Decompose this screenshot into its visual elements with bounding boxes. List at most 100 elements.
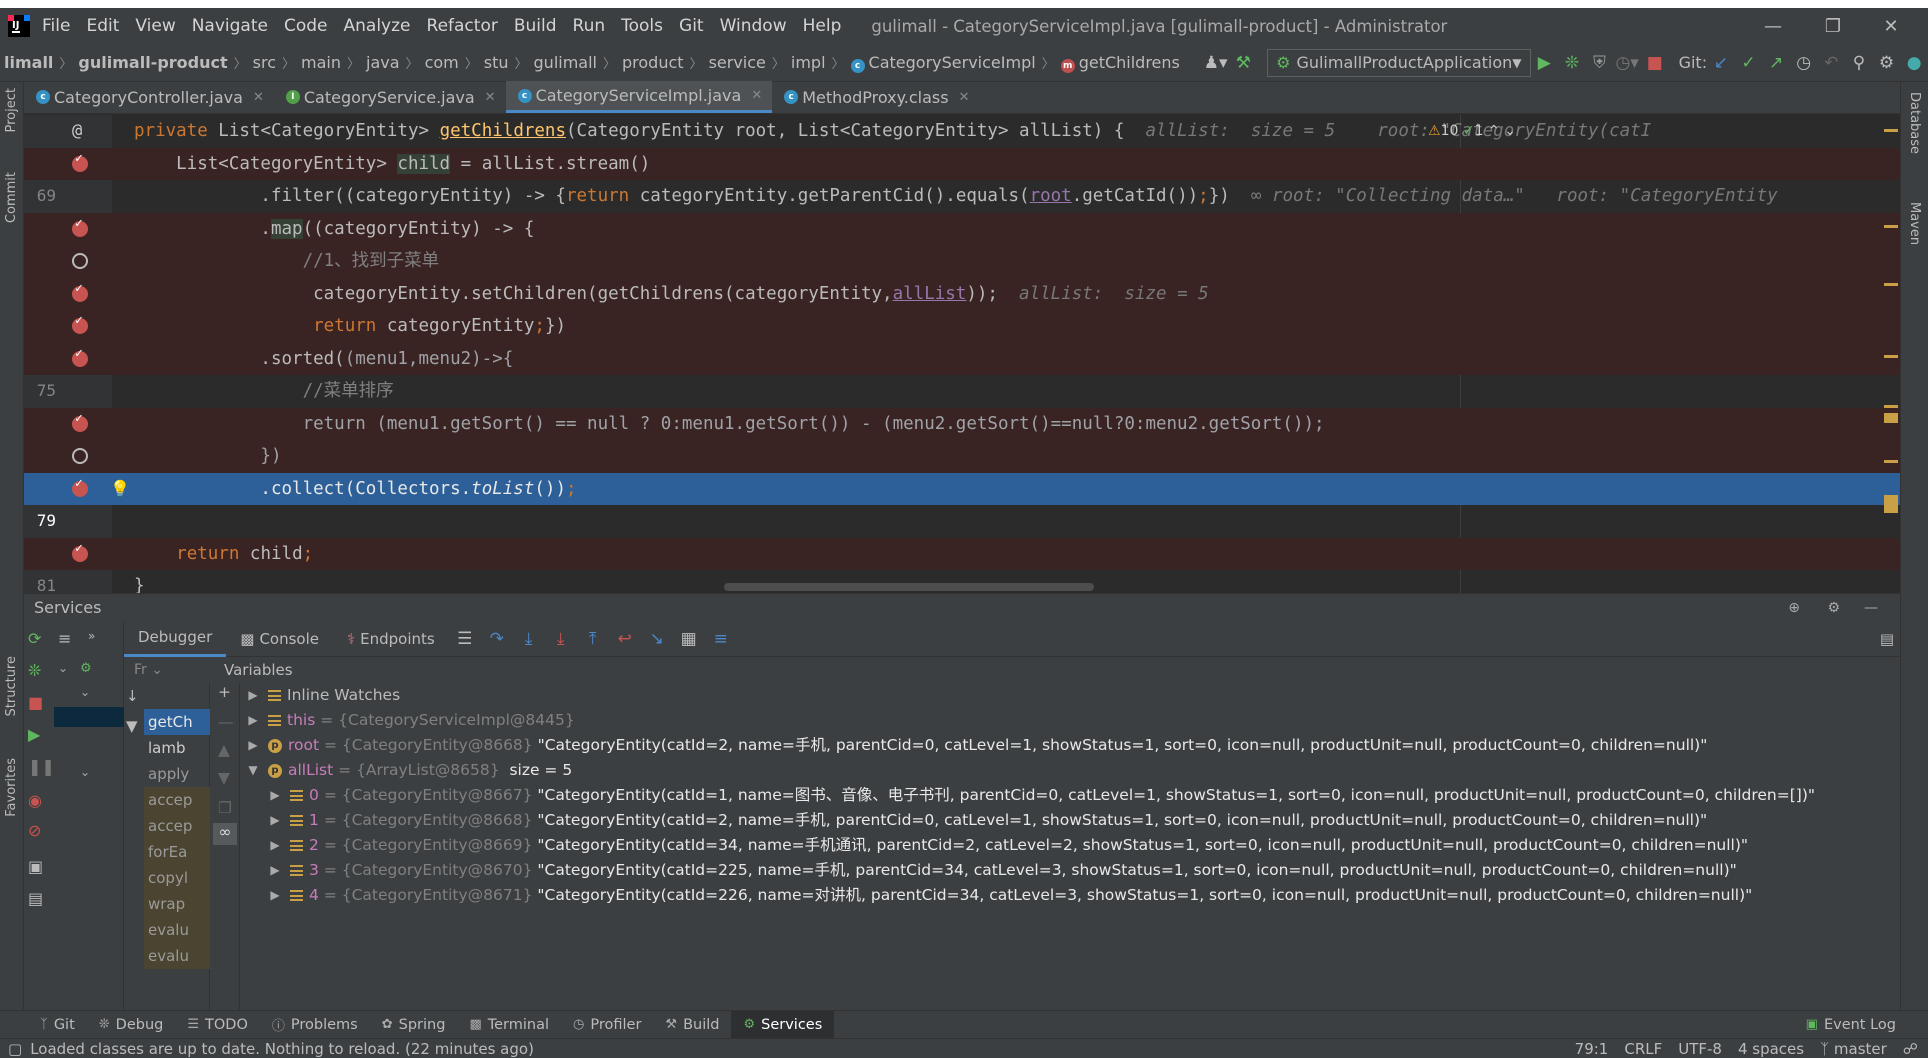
indent-setting[interactable]: 4 spaces (1738, 1040, 1804, 1058)
tab-category-service-impl[interactable]: c CategoryServiceImpl.java ✕ (505, 81, 773, 113)
step-over-icon[interactable]: ↷ (481, 624, 513, 654)
debug-service-icon[interactable]: ❊ (28, 661, 41, 680)
remove-watch-icon[interactable]: — (218, 713, 234, 731)
code-line[interactable]: 78 }) (24, 440, 1900, 498)
close-tab-icon[interactable]: ✕ (959, 90, 970, 105)
git-push-icon[interactable]: ↗ (1762, 48, 1790, 78)
move-up-icon[interactable]: ▲ (218, 741, 230, 759)
breakpoint-icon[interactable]: ✓ (72, 411, 88, 432)
structure-tool-tab[interactable]: Structure (4, 656, 19, 716)
view-breakpoints-icon[interactable]: ◉ (28, 791, 42, 810)
git-commit-icon[interactable]: ✓ (1735, 48, 1763, 78)
collapse-all-icon[interactable]: ≡ (58, 629, 71, 648)
crumb-class[interactable]: c CategoryServiceImpl (847, 53, 1040, 73)
menu-tools[interactable]: Tools (613, 16, 671, 36)
crumb-product[interactable]: product (618, 53, 688, 72)
tab-todo[interactable]: ☰ TODO (175, 1011, 260, 1039)
copy-icon[interactable]: ❐ (218, 799, 232, 817)
drop-frame-icon[interactable]: ↩ (609, 624, 641, 654)
code-line[interactable]: 71 ✓ .map((categoryEntity) -> { (24, 212, 1900, 270)
crumb-impl[interactable]: impl (787, 53, 830, 72)
variable-row[interactable]: ▶ this = {CategoryServiceImpl@8445} (246, 708, 1896, 733)
breakpoint-icon[interactable]: ✓ (72, 281, 88, 302)
code-line[interactable]: 77 ✓ return (menu1.getSort() == null ? 0… (24, 407, 1900, 465)
tab-console[interactable]: ▩ Console (226, 621, 333, 657)
service-node-icon[interactable]: ⚙ (80, 661, 92, 676)
step-into-icon[interactable]: ⤓ (513, 624, 545, 654)
code-line[interactable]: 80 (24, 505, 1900, 563)
run-icon[interactable]: ▶ (1531, 48, 1559, 78)
rerun-icon[interactable]: ⟳ (28, 629, 41, 648)
frames-selector[interactable]: Fr ⌄ (124, 657, 210, 683)
menu-help[interactable]: Help (795, 16, 850, 36)
tree-chevron-icon[interactable]: ⌄ (58, 661, 68, 675)
menu-window[interactable]: Window (712, 16, 795, 36)
move-down-icon[interactable]: ▼ (218, 769, 230, 787)
frame-item[interactable]: getCh (144, 709, 210, 735)
menu-code[interactable]: Code (276, 16, 336, 36)
close-tab-icon[interactable]: ✕ (253, 90, 264, 105)
code-line[interactable]: 76 //菜单排序 (24, 375, 1900, 433)
variable-row[interactable]: ▶ 3 = {CategoryEntity@8670} "CategoryEnt… (246, 858, 1896, 883)
menu-refactor[interactable]: Refactor (419, 16, 506, 36)
user-icon[interactable]: ♟▾ (1202, 48, 1230, 78)
breakpoint-icon[interactable]: ✓ (72, 216, 88, 237)
arrow-down-icon[interactable]: ↓ (126, 687, 139, 705)
line-separator[interactable]: CRLF (1624, 1040, 1662, 1058)
tab-debug[interactable]: ❊ Debug (87, 1011, 176, 1039)
chevron-up-icon[interactable]: ⌃ (1488, 123, 1500, 139)
minimize-panel-icon[interactable]: — (1864, 600, 1878, 616)
project-tool-tab[interactable]: Project (4, 88, 19, 132)
expand-arrow-icon[interactable]: ▶ (268, 808, 282, 833)
expand-arrow-icon[interactable]: ▶ (246, 708, 260, 733)
debug-icon[interactable]: ❊ (1558, 48, 1586, 78)
code-editor[interactable]: 68 @ private List<CategoryEntity> getChi… (24, 115, 1900, 593)
plugin-icon[interactable]: ● (1900, 48, 1928, 78)
crumb-stu[interactable]: stu (480, 53, 513, 72)
git-rollback-icon[interactable]: ↶ (1818, 48, 1846, 78)
trace-stream-icon[interactable]: ≡ (705, 624, 737, 654)
code-line[interactable]: 70 .filter((categoryEntity) -> {return c… (24, 180, 1900, 238)
caret-position[interactable]: 79:1 (1575, 1040, 1609, 1058)
code-line[interactable]: 68 @ private List<CategoryEntity> getChi… (24, 115, 1900, 173)
horizontal-scrollbar[interactable] (724, 583, 1094, 591)
expand-arrow-icon[interactable]: ▶ (268, 858, 282, 883)
evaluate-expression-icon[interactable]: ▦ (673, 624, 705, 654)
variable-row[interactable]: ▶ 4 = {CategoryEntity@8671} "CategoryEnt… (246, 883, 1896, 908)
menu-analyze[interactable]: Analyze (336, 16, 419, 36)
chevron-down-icon[interactable]: ⌄ (1504, 123, 1516, 139)
favorites-tool-tab[interactable]: Favorites (4, 758, 19, 817)
run-configuration-select[interactable]: ⚙ GulimallProductApplication ▼ (1267, 48, 1531, 77)
menu-file[interactable]: File (34, 16, 78, 36)
file-encoding[interactable]: UTF-8 (1678, 1040, 1722, 1058)
code-line-current[interactable]: 79 ✓ 💡 .collect(Collectors.toList()); (24, 472, 1900, 530)
crumb-project[interactable]: limall (0, 53, 57, 72)
lightbulb-icon[interactable]: 💡 (110, 473, 130, 506)
code-line[interactable]: 73 ✓ categoryEntity.setChildren(getChild… (24, 277, 1900, 335)
frame-item[interactable]: accep (144, 787, 210, 813)
tab-profiler[interactable]: ◷ Profiler (561, 1011, 653, 1039)
variable-row[interactable]: ▼ p allList = {ArrayList@8658} size = 5 (246, 758, 1896, 783)
close-tab-icon[interactable]: ✕ (485, 90, 496, 105)
stop-icon[interactable]: ■ (1641, 48, 1669, 78)
crumb-main[interactable]: main (297, 53, 345, 72)
breakpoint-icon[interactable]: ✓ (72, 151, 88, 172)
git-history-icon[interactable]: ◷ (1790, 48, 1818, 78)
menu-navigate[interactable]: Navigate (184, 16, 276, 36)
target-icon[interactable]: ⊕ (1788, 600, 1800, 616)
close-window-icon[interactable]: ✕ (1862, 8, 1920, 44)
threads-icon[interactable]: ☰ (449, 624, 481, 654)
minimize-icon[interactable]: — (1744, 8, 1802, 44)
crumb-service[interactable]: service (705, 53, 770, 72)
error-stripe[interactable] (1884, 115, 1898, 593)
filter-icon[interactable]: ▼ (126, 717, 138, 735)
menu-git[interactable]: Git (671, 16, 712, 36)
crumb-com[interactable]: com (421, 53, 463, 72)
pause-icon[interactable]: ❚❚ (28, 757, 55, 776)
disabled-breakpoint-icon[interactable] (72, 253, 88, 269)
tab-terminal[interactable]: ▩ Terminal (457, 1011, 561, 1039)
code-line[interactable]: 81 ✓ return child; (24, 537, 1900, 593)
tree-chevron-icon[interactable]: ⌄ (80, 765, 90, 779)
variable-row[interactable]: ▶ 1 = {CategoryEntity@8668} "CategoryEnt… (246, 808, 1896, 833)
expand-arrow-icon[interactable]: ▶ (246, 733, 260, 758)
